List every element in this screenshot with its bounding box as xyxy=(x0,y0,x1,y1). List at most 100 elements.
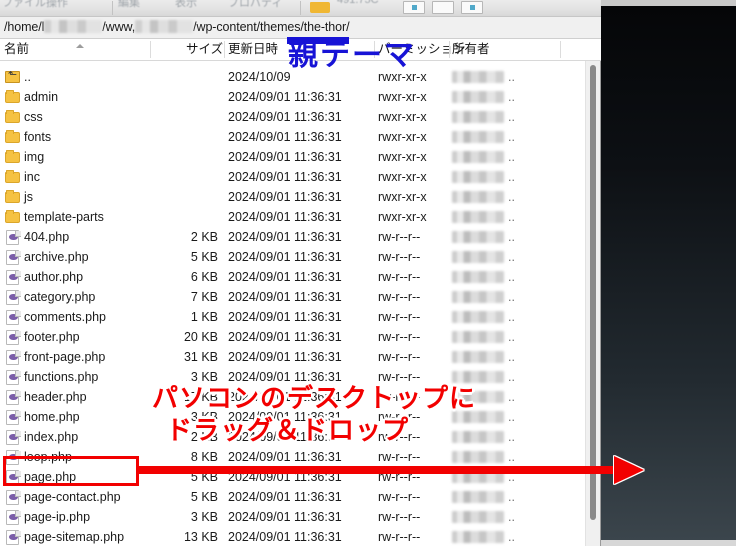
cell-file-name: img xyxy=(24,150,45,164)
table-row[interactable]: page-sitemap.php 13 KB 2024/09/01 11:36:31… xyxy=(0,527,585,546)
table-row[interactable]: admin 2024/09/01 11:36:31 rwxr-xr-x.. xyxy=(0,87,585,107)
folder-icon xyxy=(5,190,20,204)
path-suffix: /wp-content/themes/the-thor/ xyxy=(193,20,350,34)
cell-owner-ellipsis: .. xyxy=(508,430,515,444)
cell-modified-date: 2024/09/01 11:36:31 xyxy=(228,170,342,184)
column-header-date[interactable]: 更新日時 xyxy=(228,39,278,60)
column-header-name[interactable]: 名前 xyxy=(4,39,29,60)
cell-owner-ellipsis: .. xyxy=(508,390,515,404)
php-file-icon xyxy=(5,390,21,405)
folder-icon xyxy=(5,210,20,224)
cell-owner-ellipsis: .. xyxy=(508,350,515,364)
table-row[interactable]: category.php 7 KB 2024/09/01 11:36:31 rw-r-… xyxy=(0,287,585,307)
toolbar-item-edit[interactable]: 編集 xyxy=(118,0,140,10)
table-row[interactable]: fonts 2024/09/01 11:36:31 rwxr-xr-x.. xyxy=(0,127,585,147)
cell-file-size: 6 KB xyxy=(190,270,218,284)
cell-file-size xyxy=(150,167,218,187)
php-file-icon xyxy=(5,270,21,285)
column-divider-2[interactable] xyxy=(224,41,225,58)
annotation-arrow-shaft xyxy=(136,466,626,474)
scrollbar-thumb[interactable] xyxy=(590,65,596,520)
cell-modified-date: 2024/09/01 11:36:31 xyxy=(228,510,342,524)
cell-permissions: rwxr-xr-x xyxy=(378,170,427,184)
php-file-icon xyxy=(5,310,21,325)
toolbar-toggle-3[interactable] xyxy=(461,1,483,14)
folder-icon xyxy=(5,90,20,104)
toolbar-toggle-2[interactable] xyxy=(432,1,454,14)
column-header-owner[interactable]: 所有者 xyxy=(452,39,490,60)
cell-modified-date: 2024/09/01 11:36:31 xyxy=(228,250,342,264)
toolbar-item-view[interactable]: 表示 xyxy=(175,0,197,10)
php-file-icon xyxy=(5,330,21,345)
cell-owner-ellipsis: .. xyxy=(508,270,515,284)
column-divider-4[interactable] xyxy=(449,41,450,58)
cell-file-size xyxy=(150,147,218,167)
cell-owner-ellipsis: .. xyxy=(508,70,515,84)
cell-file-name: js xyxy=(24,190,34,204)
cell-modified-date: 2024/09/01 11:36:31 xyxy=(228,90,342,104)
cell-modified-date: 2024/09/01 11:36:31 xyxy=(228,190,342,204)
php-file-icon xyxy=(5,290,21,305)
toolbar-item-size: 491.75C xyxy=(337,0,379,6)
folder-icon xyxy=(5,150,20,164)
cell-modified-date: 2024/09/01 11:36:31 xyxy=(228,130,342,144)
cell-modified-date: 2024/09/01 11:36:31 xyxy=(228,330,342,344)
php-file-icon xyxy=(5,250,21,265)
cell-permissions: rw-r--r-- xyxy=(378,290,421,304)
cell-file-name: home.php xyxy=(24,410,80,424)
cell-file-name: footer.php xyxy=(24,330,80,344)
cell-modified-date: 2024/09/01 11:36:31 xyxy=(228,110,342,124)
column-divider-1[interactable] xyxy=(150,41,151,58)
cell-owner-ellipsis: .. xyxy=(508,530,515,544)
table-row[interactable]: css 2024/09/01 11:36:31 rwxr-xr-x.. xyxy=(0,107,585,127)
table-row[interactable]: img 2024/09/01 11:36:31 rwxr-xr-x.. xyxy=(0,147,585,167)
cell-owner-redacted xyxy=(452,311,504,323)
cell-owner-redacted xyxy=(452,151,504,163)
cell-file-size: 5 KB xyxy=(190,490,218,504)
toolbar-item-properties[interactable]: プロパティ xyxy=(228,0,282,10)
table-row[interactable]: comments.php 1 KB 2024/09/01 11:36:31 rw-r-… xyxy=(0,307,585,327)
cell-modified-date: 2024/09/01 11:36:31 xyxy=(228,350,342,364)
cell-file-name: front-page.php xyxy=(24,350,106,364)
table-row[interactable]: page-contact.php 5 KB 2024/09/01 11:36:31 r… xyxy=(0,487,585,507)
php-file-icon xyxy=(5,370,21,385)
cell-permissions: rwxr-xr-x xyxy=(378,210,427,224)
cell-file-size: 5 KB xyxy=(190,250,218,264)
table-row[interactable]: template-parts 2024/09/01 11:36:31 rwxr-xr… xyxy=(0,207,585,227)
toolbar-item-file-ops[interactable]: ファイル操作 xyxy=(2,0,68,10)
annotation-parent-theme-label: 親テーマ xyxy=(288,38,416,73)
column-header-size[interactable]: サイズ xyxy=(186,39,223,60)
cell-file-name: functions.php xyxy=(24,370,99,384)
table-row[interactable]: front-page.php 31 KB 2024/09/01 11:36:31 rw… xyxy=(0,347,585,367)
toolbar: ファイル操作 編集 表示 プロパティ 491.75C xyxy=(0,0,601,17)
cell-modified-date: 2024/09/01 11:36:31 xyxy=(228,490,342,504)
annotation-red-line-2: ドラッグ＆ドロップ xyxy=(166,416,410,446)
sort-ascending-icon xyxy=(76,44,84,48)
cell-owner-redacted xyxy=(452,431,504,443)
path-bar[interactable]: /home/l/www, /wp-content/themes/the-thor/ xyxy=(0,17,601,39)
cell-file-name: category.php xyxy=(24,290,96,304)
cell-owner-redacted xyxy=(452,191,504,203)
cell-file-name: .. xyxy=(24,70,31,84)
table-row[interactable]: page-ip.php 3 KB 2024/09/01 11:36:31 rw-r--… xyxy=(0,507,585,527)
cell-file-size: 1 KB xyxy=(190,310,218,324)
cell-owner-redacted xyxy=(452,71,504,83)
table-row[interactable]: archive.php 5 KB 2024/09/01 11:36:31 rw-r--… xyxy=(0,247,585,267)
cell-modified-date: 2024/09/01 11:36:31 xyxy=(228,230,342,244)
cell-file-size xyxy=(150,87,218,107)
table-row[interactable]: author.php 6 KB 2024/09/01 11:36:31 rw-r--r… xyxy=(0,267,585,287)
cell-owner-redacted xyxy=(452,271,504,283)
table-row[interactable]: footer.php 20 KB 2024/09/01 11:36:31 rw-r--… xyxy=(0,327,585,347)
cell-file-size xyxy=(150,207,218,227)
cell-owner-redacted xyxy=(452,291,504,303)
cell-file-size: 31 KB xyxy=(183,350,218,364)
toolbar-toggle-1[interactable] xyxy=(403,1,425,14)
table-row[interactable]: inc 2024/09/01 11:36:31 rwxr-xr-x.. xyxy=(0,167,585,187)
cell-owner-ellipsis: .. xyxy=(508,330,515,344)
column-divider-5[interactable] xyxy=(560,41,561,58)
table-row[interactable]: 404.php 2 KB 2024/09/01 11:36:31 rw-r--r--.… xyxy=(0,227,585,247)
table-row[interactable]: js 2024/09/01 11:36:31 rwxr-xr-x.. xyxy=(0,187,585,207)
cell-modified-date: 2024/09/01 11:36:31 xyxy=(228,310,342,324)
folder-icon[interactable] xyxy=(310,2,330,13)
cell-owner-ellipsis: .. xyxy=(508,210,515,224)
